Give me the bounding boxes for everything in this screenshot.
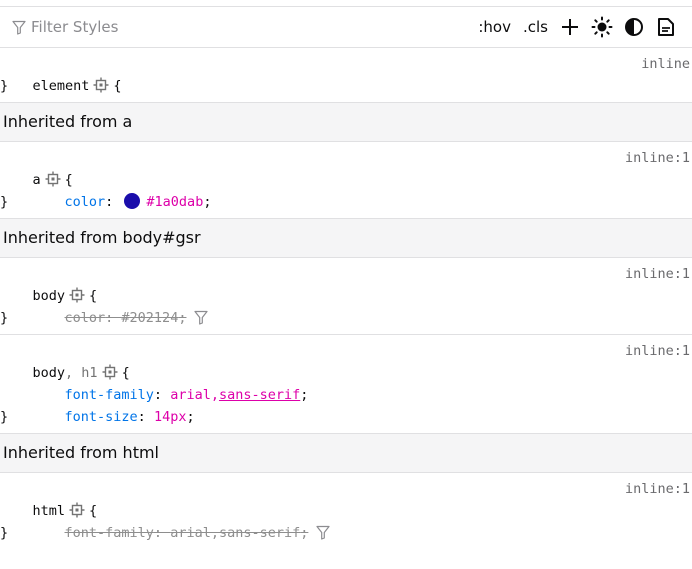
semicolon: ; [203,194,212,210]
sun-icon [591,16,613,38]
semicolon: ; [186,409,195,425]
hov-toggle-button[interactable]: :hov [472,18,517,36]
property-name[interactable]: font-size [65,409,138,425]
property-name[interactable]: font-family [65,525,154,541]
colon: : [137,409,154,425]
filter-box[interactable] [12,18,472,36]
open-brace: { [89,503,98,519]
close-brace: } [0,525,9,541]
close-brace: } [0,310,9,326]
close-brace: } [0,194,9,210]
rule-selector[interactable]: body, h1 [33,365,98,381]
close-brace: } [0,78,9,94]
plus-icon [562,19,578,35]
rule-selector[interactable]: a [33,172,41,188]
rule-source-link[interactable]: inline:1 [625,478,690,500]
inherited-header: Inherited from a [0,103,692,142]
property-value[interactable]: #1a0dab [146,194,203,210]
css-rule-body-h1: body, h1 { font-family: arial,sans-serif;… [0,335,692,434]
open-brace: { [121,365,130,381]
css-rule-a: a { color: #1a0dab; } inline:1 [0,142,692,219]
property-value[interactable]: arial, [170,387,219,403]
filter-icon[interactable] [316,525,330,547]
filter-icon[interactable] [194,310,209,332]
declaration-overridden: font-family: arial,sans-serif; [0,500,690,541]
css-rule-body: body { color: #202124; } inline:1 [0,258,692,335]
open-brace: { [89,288,98,304]
property-name[interactable]: color [65,310,106,326]
add-rule-button[interactable] [554,13,586,41]
css-rule-element: element { } inline [0,48,692,103]
dark-color-scheme-button[interactable] [618,13,650,41]
rules-toolbar: :hov .cls [0,7,692,48]
top-border [0,0,692,7]
open-brace: { [113,78,122,94]
rule-selector[interactable]: body [33,288,66,304]
property-value[interactable]: arial,sans-serif [170,525,300,541]
highlight-elements-icon[interactable] [93,77,109,100]
font-family-link[interactable]: sans-serif [219,387,300,403]
rule-source-link[interactable]: inline:1 [625,340,690,362]
document-icon [658,18,674,36]
rule-source-link[interactable]: inline [641,53,690,75]
rule-source-link[interactable]: inline:1 [625,263,690,285]
contrast-icon [625,18,643,36]
rule-source-link[interactable]: inline:1 [625,147,690,169]
inherited-header: Inherited from html [0,434,692,473]
property-name[interactable]: font-family [65,387,154,403]
open-brace: { [64,172,73,188]
light-color-scheme-button[interactable] [586,13,618,41]
declaration: color: #1a0dab; [0,169,690,210]
css-rule-html: html { font-family: arial,sans-serif; } i… [0,473,692,549]
property-name[interactable]: color [65,194,106,210]
inherited-header: Inherited from body#gsr [0,219,692,258]
property-value[interactable]: #202124 [121,310,178,326]
close-brace: } [0,409,9,425]
property-value[interactable]: 14px [154,409,187,425]
color-swatch[interactable] [124,193,141,209]
colon: : [153,387,171,403]
semicolon: ; [300,387,309,403]
filter-styles-input[interactable] [31,18,251,36]
colon: : [105,194,122,210]
print-media-button[interactable] [650,13,682,41]
declaration-overridden: color: #202124; [0,285,690,326]
rule-selector[interactable]: html [33,503,66,519]
rule-selector[interactable]: element [33,78,90,94]
filter-icon [12,20,26,35]
cls-toggle-button[interactable]: .cls [517,18,554,36]
